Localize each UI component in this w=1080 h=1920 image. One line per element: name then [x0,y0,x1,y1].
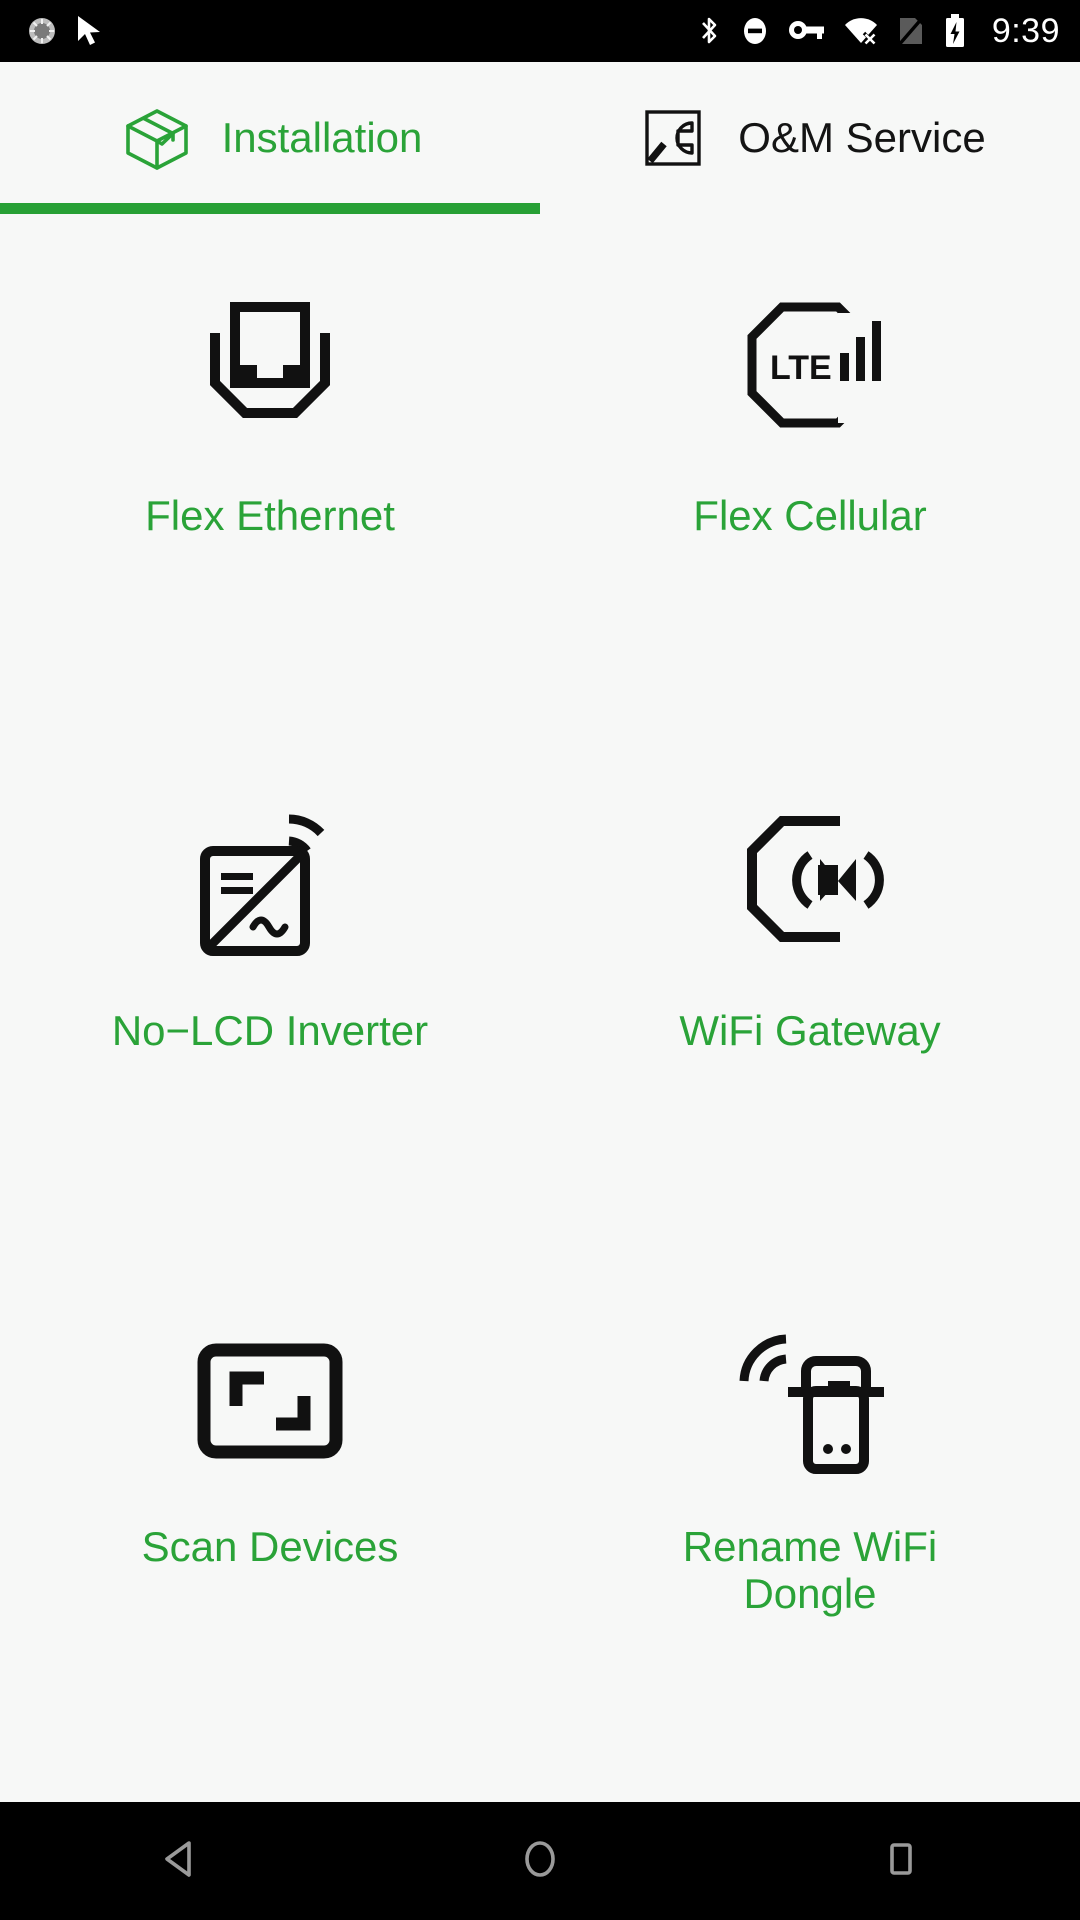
status-bar-right-icons: 9:39 [696,12,1060,51]
wifi-dongle-icon [710,1301,910,1501]
nav-home-button[interactable] [360,1836,720,1887]
grid-item-label: Rename WiFi Dongle [682,1522,938,1617]
status-bar-left-icons [26,14,104,48]
feature-grid: Flex Ethernet LTE Flex Cellular No−LCD I… [0,214,1080,1802]
battery-charging-icon [943,13,967,49]
tab-active-underline [0,203,540,214]
open-box-icon [118,99,196,177]
nav-recents-button[interactable] [720,1837,1080,1886]
svg-text:LTE: LTE [770,349,832,387]
inverter-wireless-icon [170,785,370,985]
nav-back-button[interactable] [0,1837,360,1886]
grid-item-scan-devices[interactable]: Scan Devices [0,1287,540,1802]
grid-item-flex-cellular[interactable]: LTE Flex Cellular [540,256,1080,771]
lte-octagon-signal-icon: LTE [710,270,910,470]
wrench-in-square-icon [634,99,712,177]
tab-om-service-label: O&M Service [738,114,986,161]
sync-spinner-icon [26,15,58,47]
bluetooth-icon [696,14,722,48]
recents-square-icon [881,1837,919,1886]
android-nav-bar [0,1802,1080,1920]
grid-item-label: WiFi Gateway [679,1007,941,1055]
tab-om-service[interactable]: O&M Service [540,62,1080,214]
back-triangle-icon [159,1837,201,1886]
status-bar-clock: 9:39 [991,11,1060,50]
tab-bar: Installation O&M Service [0,62,1080,214]
tab-installation-label: Installation [221,114,423,161]
status-bar: 9:39 [0,0,1080,62]
app-root: 9:39 Installation O&M Service Flex Ether… [0,0,1080,1920]
do-not-disturb-icon [739,14,771,48]
grid-item-label: Flex Cellular [693,492,927,539]
grid-item-label: Scan Devices [141,1522,399,1570]
wifi-no-internet-icon [843,15,879,47]
home-circle-icon [519,1836,561,1887]
ethernet-port-icon [170,270,370,470]
cursor-arrow-icon [74,14,104,48]
no-sim-icon [896,14,926,48]
grid-item-rename-wifi-dongle[interactable]: Rename WiFi Dongle [540,1287,1080,1802]
vpn-key-icon [788,16,826,46]
octagon-broadcast-icon [710,785,910,985]
grid-item-no-lcd-inverter[interactable]: No−LCD Inverter [0,771,540,1286]
grid-item-flex-ethernet[interactable]: Flex Ethernet [0,256,540,771]
grid-item-wifi-gateway[interactable]: WiFi Gateway [540,771,1080,1286]
grid-item-label: Flex Ethernet [145,492,395,539]
scan-frame-icon [170,1301,370,1501]
grid-item-label: No−LCD Inverter [111,1007,429,1055]
tab-installation[interactable]: Installation [0,62,540,214]
